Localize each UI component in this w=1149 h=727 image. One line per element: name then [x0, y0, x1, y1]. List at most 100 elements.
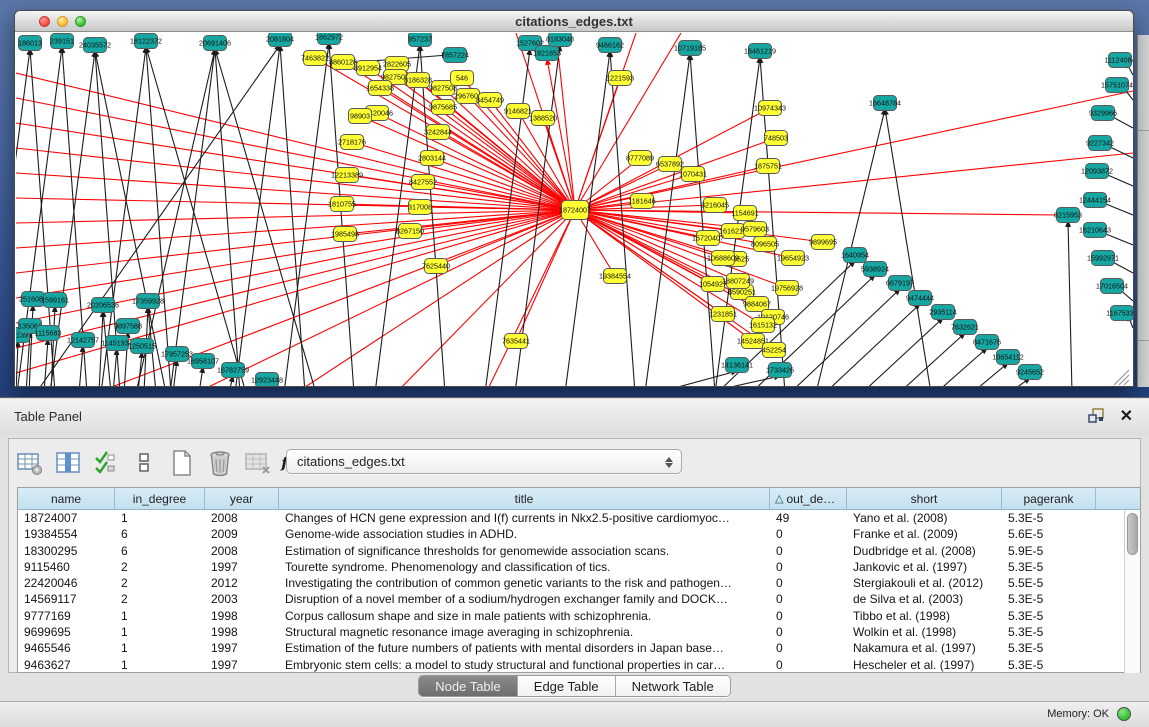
graph-node[interactable]: 452254 — [762, 343, 786, 358]
graph-node[interactable]: 5938924 — [861, 262, 889, 277]
graph-node[interactable]: 20691406 — [199, 36, 231, 51]
row-height-icon[interactable] — [129, 448, 159, 478]
graph-node[interactable]: 9329966 — [1089, 106, 1117, 121]
graph-node[interactable]: 12213389 — [331, 168, 363, 183]
graph-node[interactable]: 16958107 — [187, 354, 219, 369]
graph-node[interactable]: 8777089 — [626, 151, 654, 166]
graph-node[interactable]: 1615132 — [749, 318, 777, 333]
tab-node-table[interactable]: Node Table — [419, 676, 518, 696]
graph-node[interactable]: 8454749 — [476, 93, 504, 108]
graph-node[interactable]: 24035572 — [79, 38, 111, 53]
graph-node[interactable]: 9875685 — [429, 100, 457, 115]
graph-node[interactable]: 1599161 — [41, 293, 69, 308]
graph-node[interactable]: 10974343 — [754, 101, 786, 116]
table-row[interactable]: 977716911998Corpus callosum shape and si… — [18, 608, 1126, 624]
delete-table-icon[interactable] — [205, 448, 235, 478]
graph-node[interactable]: 1250515 — [128, 339, 156, 354]
graph-node[interactable]: 1221593 — [606, 71, 634, 86]
tab-edge-table[interactable]: Edge Table — [518, 676, 616, 696]
vertical-scrollbar[interactable] — [1124, 510, 1140, 673]
graph-node[interactable]: 8912954 — [354, 61, 382, 76]
graph-node[interactable]: 1810755 — [328, 197, 356, 212]
graph-node[interactable]: 8471676 — [973, 335, 1001, 350]
table-row[interactable]: 1456911722003Disruption of a novel membe… — [18, 591, 1126, 607]
column-header-out_de[interactable]: △out_de… — [770, 488, 847, 509]
graph-node[interactable]: 8183048 — [546, 33, 574, 47]
graph-node[interactable]: 748503 — [764, 131, 788, 146]
citation-graph[interactable]: 1860132391512403557218122372206914062081… — [16, 33, 1134, 387]
graph-node[interactable]: 1985498 — [331, 227, 359, 242]
graph-node[interactable]: 10654112 — [992, 350, 1023, 365]
graph-node[interactable]: 17016504 — [1096, 279, 1128, 294]
graph-node[interactable]: 10719185 — [674, 41, 706, 56]
column-header-short[interactable]: short — [847, 488, 1002, 509]
resize-grip-icon[interactable] — [1124, 380, 1129, 385]
graph-node[interactable]: 2718176 — [338, 135, 366, 150]
table-row[interactable]: 1830029562008Estimation of significance … — [18, 543, 1126, 559]
graph-node[interactable]: 9899695 — [809, 235, 837, 250]
graph-node[interactable]: 9245652 — [1016, 365, 1044, 380]
graph-node[interactable]: 9897588 — [114, 319, 142, 334]
select-columns-icon[interactable] — [91, 448, 121, 478]
graph-node[interactable]: 18724007 — [559, 201, 591, 220]
graph-node[interactable]: 18122372 — [130, 34, 162, 49]
graph-node[interactable]: 239151 — [50, 34, 74, 49]
graph-node[interactable]: 11124084 — [1105, 53, 1134, 68]
table-row[interactable]: 911546021997Tourette syndrome. Phenomeno… — [18, 559, 1126, 575]
graph-node[interactable]: 19384554 — [599, 269, 631, 284]
graph-node[interactable]: 957237 — [408, 33, 432, 47]
graph-node[interactable]: 7625440 — [422, 259, 450, 274]
graph-node[interactable]: 9474444 — [906, 291, 934, 306]
graph-node[interactable]: 3242844 — [424, 125, 452, 140]
graph-node[interactable]: 16461219 — [744, 44, 776, 59]
graph-node[interactable]: 6679197 — [886, 276, 914, 291]
column-header-year[interactable]: year — [205, 488, 279, 509]
graph-node[interactable]: 546 — [451, 71, 474, 86]
graph-node[interactable]: 19756928 — [771, 281, 803, 296]
graph-node[interactable]: 19654923 — [777, 251, 809, 266]
graph-node[interactable]: 98903 — [349, 109, 372, 124]
graph-node[interactable]: 8215953 — [1054, 208, 1082, 223]
graph-node[interactable]: 15992971 — [1087, 251, 1119, 266]
graph-node[interactable]: 1640954 — [841, 248, 869, 263]
network-canvas[interactable]: 1860132391512403557218122372206914062081… — [16, 33, 1134, 387]
graph-node[interactable]: 18807249 — [722, 274, 754, 289]
graph-node[interactable]: 1181646 — [628, 194, 655, 209]
graph-node[interactable]: 1115683 — [35, 326, 62, 341]
tab-network-table[interactable]: Network Table — [616, 676, 730, 696]
graph-node[interactable]: 8427552 — [409, 175, 437, 190]
graph-node[interactable]: 9227342 — [1086, 136, 1114, 151]
column-header-in_degree[interactable]: in_degree — [115, 488, 205, 509]
delete-column-icon[interactable] — [243, 448, 273, 478]
column-header-title[interactable]: title — [279, 488, 770, 509]
graph-node[interactable]: 12142757 — [67, 333, 99, 348]
table-row[interactable]: 946362711997Embryonic stem cells: a mode… — [18, 657, 1126, 673]
graph-node[interactable]: 8096505 — [751, 237, 779, 252]
resize-grip-icon[interactable] — [1119, 375, 1129, 385]
table-row[interactable]: 969969511998Structural magnetic resonanc… — [18, 624, 1126, 640]
graph-node[interactable]: 12093872 — [1081, 164, 1113, 179]
new-table-icon[interactable] — [15, 448, 45, 478]
table-selector-combobox[interactable]: citations_edges.txt — [286, 449, 682, 474]
network-view-window[interactable]: citations_edges.txt 18601323915124035572… — [14, 10, 1134, 387]
graph-node[interactable]: 16648784 — [869, 96, 901, 111]
graph-node[interactable]: 9146821 — [504, 104, 532, 119]
graph-node[interactable]: 8186328 — [404, 73, 432, 88]
float-window-icon[interactable] — [1088, 408, 1105, 424]
graph-node[interactable]: 12923448 — [251, 373, 283, 388]
graph-node[interactable]: 186013 — [18, 36, 42, 51]
graph-node[interactable]: 15751074 — [1101, 78, 1133, 93]
table-row[interactable]: 1872400712008Changes of HCN gene express… — [18, 510, 1126, 526]
table-row[interactable]: 1938455462009Genome-wide association stu… — [18, 526, 1126, 542]
graph-node[interactable]: 14136141 — [721, 358, 753, 373]
scrollbar-thumb[interactable] — [1127, 513, 1138, 555]
graph-node[interactable]: 9466162 — [596, 38, 624, 53]
graph-node[interactable]: 1733426 — [766, 363, 794, 378]
graph-node[interactable]: 9579603 — [741, 222, 769, 237]
column-header-name[interactable]: name — [18, 488, 115, 509]
show-columns-icon[interactable] — [53, 448, 83, 478]
graph-node[interactable]: 16782759 — [217, 363, 249, 378]
graph-node[interactable]: 1231851 — [709, 307, 737, 322]
graph-node[interactable]: 2935114 — [929, 305, 956, 320]
graph-node[interactable]: 16210643 — [1079, 223, 1111, 238]
